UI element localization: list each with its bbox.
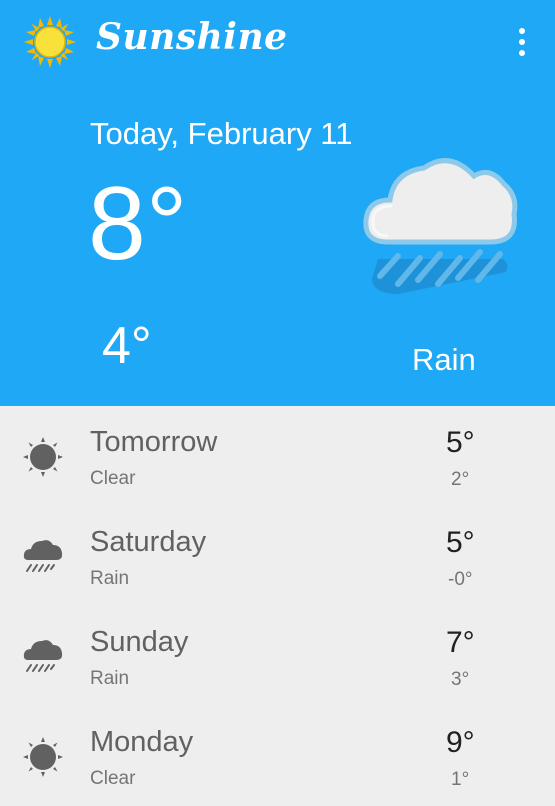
rain-cloud-icon <box>358 144 523 302</box>
list-item[interactable]: Monday Clear 9° 1° <box>0 706 555 806</box>
forecast-description: Clear <box>90 768 136 789</box>
forecast-low: 3° <box>451 669 470 690</box>
forecast-high: 5° <box>446 526 475 559</box>
list-item[interactable]: Saturday Rain 5° -0° <box>0 506 555 606</box>
overflow-menu-icon[interactable] <box>510 26 534 58</box>
forecast-list: Tomorrow Clear 5° 2° Saturday Rain 5° -0… <box>0 406 555 806</box>
forecast-description: Clear <box>90 468 136 489</box>
today-date: Today, February 11 <box>90 116 353 151</box>
today-high-temp: 8° <box>88 166 188 282</box>
today-low-temp: 4° <box>102 317 152 375</box>
forecast-high: 7° <box>446 626 475 659</box>
forecast-description: Rain <box>90 668 130 689</box>
clear-sun-icon <box>22 736 64 778</box>
forecast-high: 9° <box>446 726 475 759</box>
rain-icon <box>22 636 64 678</box>
forecast-day: Monday <box>90 726 194 758</box>
today-panel[interactable]: Today, February 11 8° 4° Rain <box>0 82 555 406</box>
rain-icon <box>22 536 64 578</box>
forecast-day: Sunday <box>90 626 189 658</box>
forecast-low: -0° <box>448 569 473 590</box>
today-description: Rain <box>412 342 476 377</box>
list-item[interactable]: Tomorrow Clear 5° 2° <box>0 406 555 506</box>
list-item[interactable]: Sunday Rain 7° 3° <box>0 606 555 706</box>
app-title: Sunshine <box>96 16 288 58</box>
app-bar: Sunshine <box>0 0 555 82</box>
clear-sun-icon <box>22 436 64 478</box>
sun-icon <box>24 16 76 68</box>
forecast-day: Tomorrow <box>90 426 218 458</box>
forecast-low: 1° <box>451 769 470 790</box>
forecast-day: Saturday <box>90 526 207 558</box>
forecast-low: 2° <box>451 469 470 490</box>
forecast-description: Rain <box>90 568 130 589</box>
forecast-high: 5° <box>446 426 475 459</box>
